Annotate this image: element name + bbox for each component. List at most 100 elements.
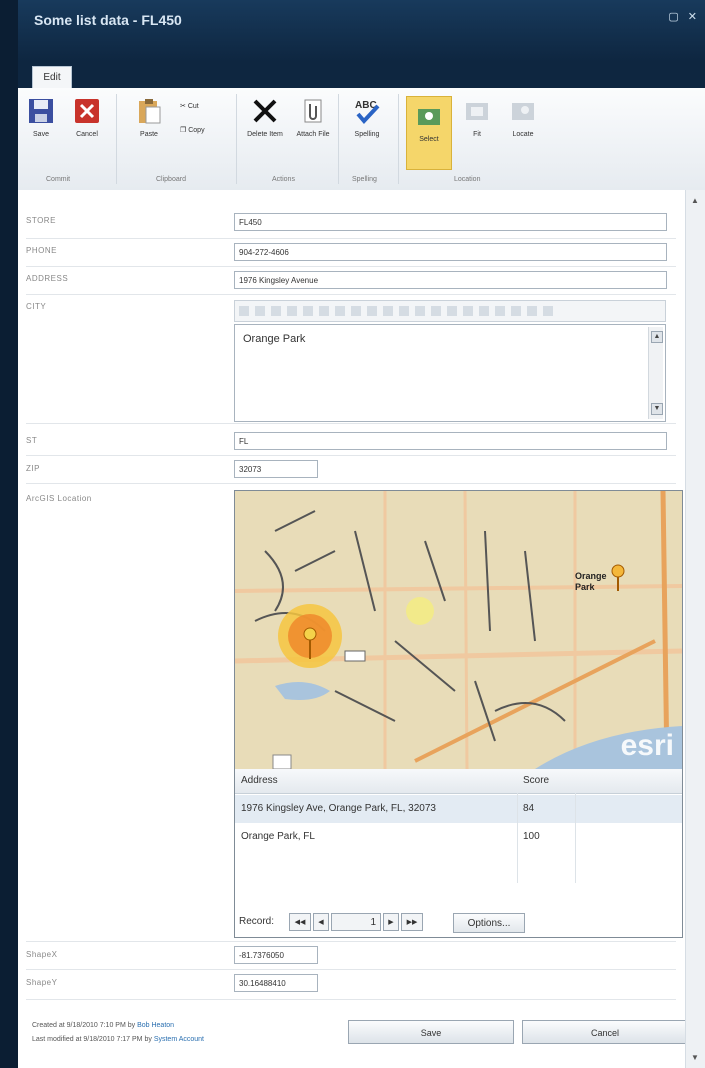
map-select-icon — [418, 109, 440, 125]
map-view[interactable]: Orange Park esri — [235, 491, 682, 769]
group-label-location: Location — [454, 176, 481, 183]
address-column-header[interactable]: Address — [241, 775, 278, 786]
modified-info: Last modified at 9/18/2010 7:17 PM by Sy… — [32, 1036, 205, 1043]
clipboard-icon — [139, 99, 161, 124]
ribbon-separator — [398, 94, 399, 184]
store-input[interactable]: FL450 — [234, 213, 667, 231]
grid-header: Address Score — [235, 769, 682, 794]
cancel-x-icon — [75, 99, 99, 123]
ribbon-separator — [338, 94, 339, 184]
last-record-icon[interactable]: ▶▶ — [401, 913, 423, 931]
city-value: Orange Park — [243, 333, 306, 345]
shapex-label: ShapeX — [26, 950, 58, 959]
close-icon[interactable]: ✕ — [688, 11, 697, 23]
record-label: Record: — [239, 916, 275, 927]
created-by-link[interactable]: Bob Heaton — [137, 1022, 174, 1029]
address-input[interactable]: 1976 Kingsley Avenue — [234, 271, 667, 289]
scroll-up-icon[interactable]: ▲ — [651, 331, 663, 343]
city-label: CITY — [26, 302, 47, 311]
score-column-header[interactable]: Score — [523, 775, 549, 786]
group-label-clipboard: Clipboard — [156, 176, 186, 183]
spelling-check-icon: ABC — [355, 100, 380, 124]
copy-icon: ❐ — [180, 127, 187, 134]
created-info: Created at 9/18/2010 7:10 PM by Bob Heat… — [32, 1022, 175, 1029]
editor-scrollbar[interactable]: ▲ ▼ — [648, 327, 663, 419]
divider — [26, 998, 676, 1000]
ribbon-toolbar: Save Cancel Paste ✂ Cut ❐ Copy Delete It… — [18, 88, 705, 191]
score-cell: 100 — [523, 831, 540, 842]
options-button[interactable]: Options... — [453, 913, 525, 933]
floppy-disk-icon — [29, 99, 53, 123]
address-cell: 1976 Kingsley Ave, Orange Park, FL, 3207… — [241, 803, 436, 814]
save-button[interactable]: Save — [348, 1020, 514, 1044]
divider — [26, 482, 676, 484]
store-label: STORE — [26, 216, 56, 225]
st-input[interactable]: FL — [234, 432, 667, 450]
divider — [26, 422, 676, 424]
cancel-button[interactable]: Cancel — [522, 1020, 688, 1044]
scroll-up-icon[interactable]: ▲ — [691, 196, 699, 205]
delete-x-icon — [253, 99, 277, 123]
copy-button[interactable]: ❐ Copy — [180, 126, 205, 134]
locate-button[interactable]: Locate — [504, 96, 542, 139]
scroll-down-icon[interactable]: ▼ — [651, 403, 663, 415]
dialog-title: Some list data - FL450 — [34, 12, 182, 28]
score-cell: 84 — [523, 803, 535, 814]
divider — [26, 940, 676, 942]
map-streets — [235, 491, 682, 769]
spelling-button[interactable]: ABC Spelling — [348, 96, 386, 139]
ribbon-separator — [116, 94, 117, 184]
next-record-icon[interactable]: ▶ — [383, 913, 399, 931]
dialog-window: Some list data - FL450 ▢ ✕ Edit Save Can… — [18, 0, 705, 1068]
window-controls: ▢ ✕ — [662, 10, 697, 23]
divider — [26, 454, 676, 456]
fit-map-icon — [466, 103, 488, 120]
group-label-actions: Actions — [272, 176, 295, 183]
ribbon-separator — [236, 94, 237, 184]
maximize-icon[interactable]: ▢ — [668, 11, 678, 23]
address-label: ADDRESS — [26, 274, 69, 283]
select-location-button[interactable]: Select — [406, 96, 452, 170]
page-scrollbar[interactable]: ▲ ▼ — [685, 190, 705, 1068]
previous-record-icon[interactable]: ◀ — [313, 913, 329, 931]
rich-text-toolbar[interactable] — [234, 300, 666, 322]
shapey-input[interactable]: 30.16488410 — [234, 974, 318, 992]
attach-file-button[interactable]: Attach File — [294, 96, 332, 139]
arcgis-location-label: ArcGIS Location — [26, 494, 92, 503]
locate-map-icon — [512, 103, 534, 120]
record-number-input[interactable]: 1 — [331, 913, 381, 931]
table-row[interactable]: 1976 Kingsley Ave, Orange Park, FL, 3207… — [235, 795, 682, 823]
column-divider — [575, 793, 576, 883]
city-rich-text-editor[interactable]: Orange Park ▲ ▼ — [234, 324, 666, 422]
title-bar: Some list data - FL450 ▢ ✕ — [18, 0, 705, 62]
candidates-grid: Address Score 1976 Kingsley Ave, Orange … — [235, 769, 682, 937]
zip-input[interactable]: 32073 — [234, 460, 318, 478]
shapex-input[interactable]: -81.7376050 — [234, 946, 318, 964]
form-lower: ShapeX -81.7376050 ShapeY 30.16488410 Cr… — [18, 940, 685, 1068]
record-navigator: Record: ◀◀ ◀ 1 ▶ ▶▶ Options... — [235, 911, 682, 935]
cancel-ribbon-button[interactable]: Cancel — [68, 96, 106, 139]
shapey-label: ShapeY — [26, 978, 58, 987]
save-ribbon-button[interactable]: Save — [22, 96, 60, 139]
group-label-commit: Commit — [46, 176, 71, 183]
paperclip-icon — [304, 99, 322, 123]
tab-edit[interactable]: Edit — [32, 66, 72, 89]
column-divider — [517, 793, 518, 883]
fit-button[interactable]: Fit — [458, 96, 496, 139]
scissors-icon: ✂ — [180, 103, 186, 110]
address-cell: Orange Park, FL — [241, 831, 315, 842]
group-label-spelling: Spelling — [352, 176, 377, 183]
st-label: ST — [26, 436, 38, 445]
modified-by-link[interactable]: System Account — [154, 1036, 204, 1043]
cut-button[interactable]: ✂ Cut — [180, 102, 199, 110]
table-row[interactable]: Orange Park, FL 100 — [235, 823, 682, 851]
delete-item-button[interactable]: Delete Item — [246, 96, 284, 139]
paste-button[interactable]: Paste — [130, 96, 168, 139]
esri-logo: esri — [620, 729, 674, 762]
scroll-down-icon[interactable]: ▼ — [691, 1053, 699, 1062]
arcgis-location-widget: Orange Park esri Address Score 1976 King… — [234, 490, 683, 938]
phone-input[interactable]: 904-272-4606 — [234, 243, 667, 261]
phone-label: PHONE — [26, 246, 57, 255]
zip-label: ZIP — [26, 464, 40, 473]
first-record-icon[interactable]: ◀◀ — [289, 913, 311, 931]
